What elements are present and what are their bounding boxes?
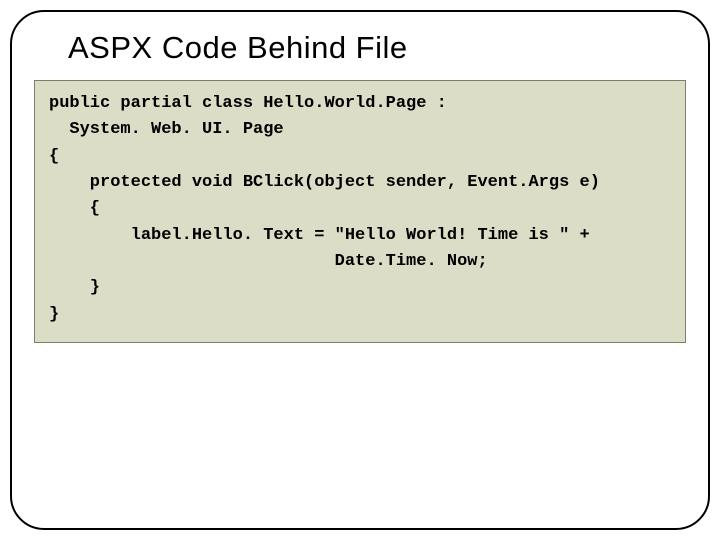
code-snippet: public partial class Hello.World.Page : …	[49, 91, 671, 328]
code-box: public partial class Hello.World.Page : …	[34, 80, 686, 343]
slide-title: ASPX Code Behind File	[68, 30, 688, 66]
slide-frame: ASPX Code Behind File public partial cla…	[10, 10, 710, 530]
